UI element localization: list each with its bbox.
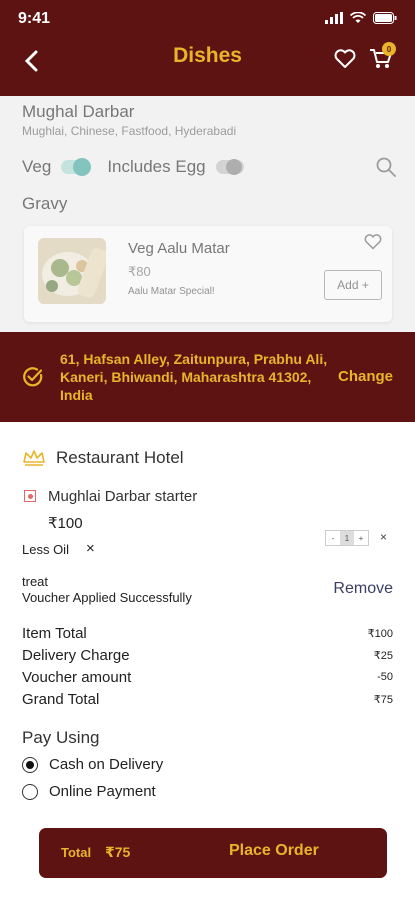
payment-option-label: Online Payment: [49, 783, 156, 800]
search-button[interactable]: [375, 156, 397, 178]
change-address-button[interactable]: Change: [338, 368, 393, 385]
place-order-button[interactable]: Total ₹75 Place Order: [39, 828, 387, 878]
delivery-address: 61, Hafsan Alley, Zaitunpura, Prabhu Ali…: [60, 351, 328, 403]
quantity-stepper: - 1 +: [325, 530, 369, 546]
bill-value: ₹100: [367, 627, 393, 640]
cooking-note: Less Oil: [22, 542, 69, 557]
section-title: Gravy: [22, 194, 68, 213]
voucher-status: Voucher Applied Successfully: [22, 590, 192, 605]
search-icon: [376, 157, 396, 177]
cart-item-name: Mughlai Darbar starter: [48, 488, 198, 505]
nav-bar: Dishes 0: [0, 40, 415, 96]
remove-item-icon[interactable]: ×: [380, 530, 387, 544]
heart-icon[interactable]: [364, 234, 382, 250]
favorites-button[interactable]: [330, 44, 360, 74]
battery-icon: [373, 12, 397, 24]
bill-label: Delivery Charge: [22, 646, 130, 664]
voucher-code: treat: [22, 574, 49, 589]
cart-restaurant-name: Restaurant Hotel: [56, 448, 184, 467]
heart-icon: [334, 49, 356, 68]
system-icons: [325, 12, 397, 24]
signal-icon: [325, 12, 343, 24]
egg-label: Includes Egg: [107, 157, 206, 176]
delivery-address-banner: 61, Hafsan Alley, Zaitunpura, Prabhu Ali…: [0, 332, 415, 422]
crown-icon: [23, 450, 45, 466]
bill-value: ₹75: [373, 693, 393, 706]
cart-item-price: ₹100: [48, 515, 83, 532]
payment-option-label: Cash on Delivery: [49, 756, 164, 773]
remove-voucher-button[interactable]: Remove: [333, 580, 393, 598]
status-time: 9:41: [18, 10, 51, 27]
radio-unselected-icon[interactable]: [22, 783, 38, 800]
cart-restaurant: Restaurant Hotel: [22, 448, 184, 468]
veg-toggle[interactable]: [61, 158, 92, 176]
bill-row: Delivery Charge ₹25: [22, 644, 393, 666]
restaurant-cuisines: Mughlai, Chinese, Fastfood, Hyderabadi: [22, 124, 237, 138]
decrease-button[interactable]: -: [326, 531, 340, 545]
add-to-cart-button[interactable]: Add +: [324, 270, 382, 300]
check-circle-icon: [23, 367, 43, 387]
order-total-label: Total: [61, 845, 92, 860]
status-bar: 9:41: [0, 0, 415, 40]
remove-note-icon[interactable]: ×: [86, 540, 95, 557]
payment-title: Pay Using: [22, 728, 100, 747]
restaurant-name: Mughal Darbar: [22, 102, 135, 121]
bill-label: Grand Total: [22, 690, 100, 708]
cart-count-badge: 0: [382, 42, 396, 56]
app-header: 9:41 Dishes 0: [0, 0, 415, 96]
place-order-label: Place Order: [229, 842, 319, 859]
filter-row: Veg Includes Egg: [22, 156, 397, 178]
bill-value: ₹25: [373, 649, 393, 662]
bill-value: -50: [377, 671, 393, 683]
cart-sheet: Restaurant Hotel Mughlai Darbar starter …: [0, 422, 415, 900]
nonveg-indicator-icon: [24, 490, 36, 502]
dish-price: ₹80: [128, 264, 151, 279]
veg-label: Veg: [22, 157, 52, 176]
payment-option-cod[interactable]: Cash on Delivery: [22, 756, 163, 773]
increase-button[interactable]: +: [354, 531, 368, 545]
bill-label: Item Total: [22, 624, 87, 642]
dish-image: [38, 238, 106, 304]
menu-background: Mughal Darbar Mughlai, Chinese, Fastfood…: [0, 96, 415, 332]
dish-card[interactable]: Veg Aalu Matar ₹80 Aalu Matar Special! A…: [24, 226, 392, 322]
cart-button[interactable]: 0: [364, 42, 398, 74]
bill-row: Grand Total ₹75: [22, 688, 393, 710]
dish-description: Aalu Matar Special!: [128, 286, 215, 297]
bill-summary: Item Total ₹100 Delivery Charge ₹25 Vouc…: [22, 622, 393, 710]
order-total-value: ₹75: [105, 844, 131, 860]
bill-row: Voucher amount -50: [22, 666, 393, 688]
radio-selected-icon[interactable]: [22, 756, 38, 773]
egg-toggle[interactable]: [215, 159, 244, 175]
payment-option-online[interactable]: Online Payment: [22, 783, 156, 800]
wifi-icon: [350, 12, 366, 23]
bill-row: Item Total ₹100: [22, 622, 393, 644]
bill-label: Voucher amount: [22, 668, 132, 686]
quantity-value: 1: [340, 531, 354, 545]
dish-name: Veg Aalu Matar: [128, 240, 230, 257]
